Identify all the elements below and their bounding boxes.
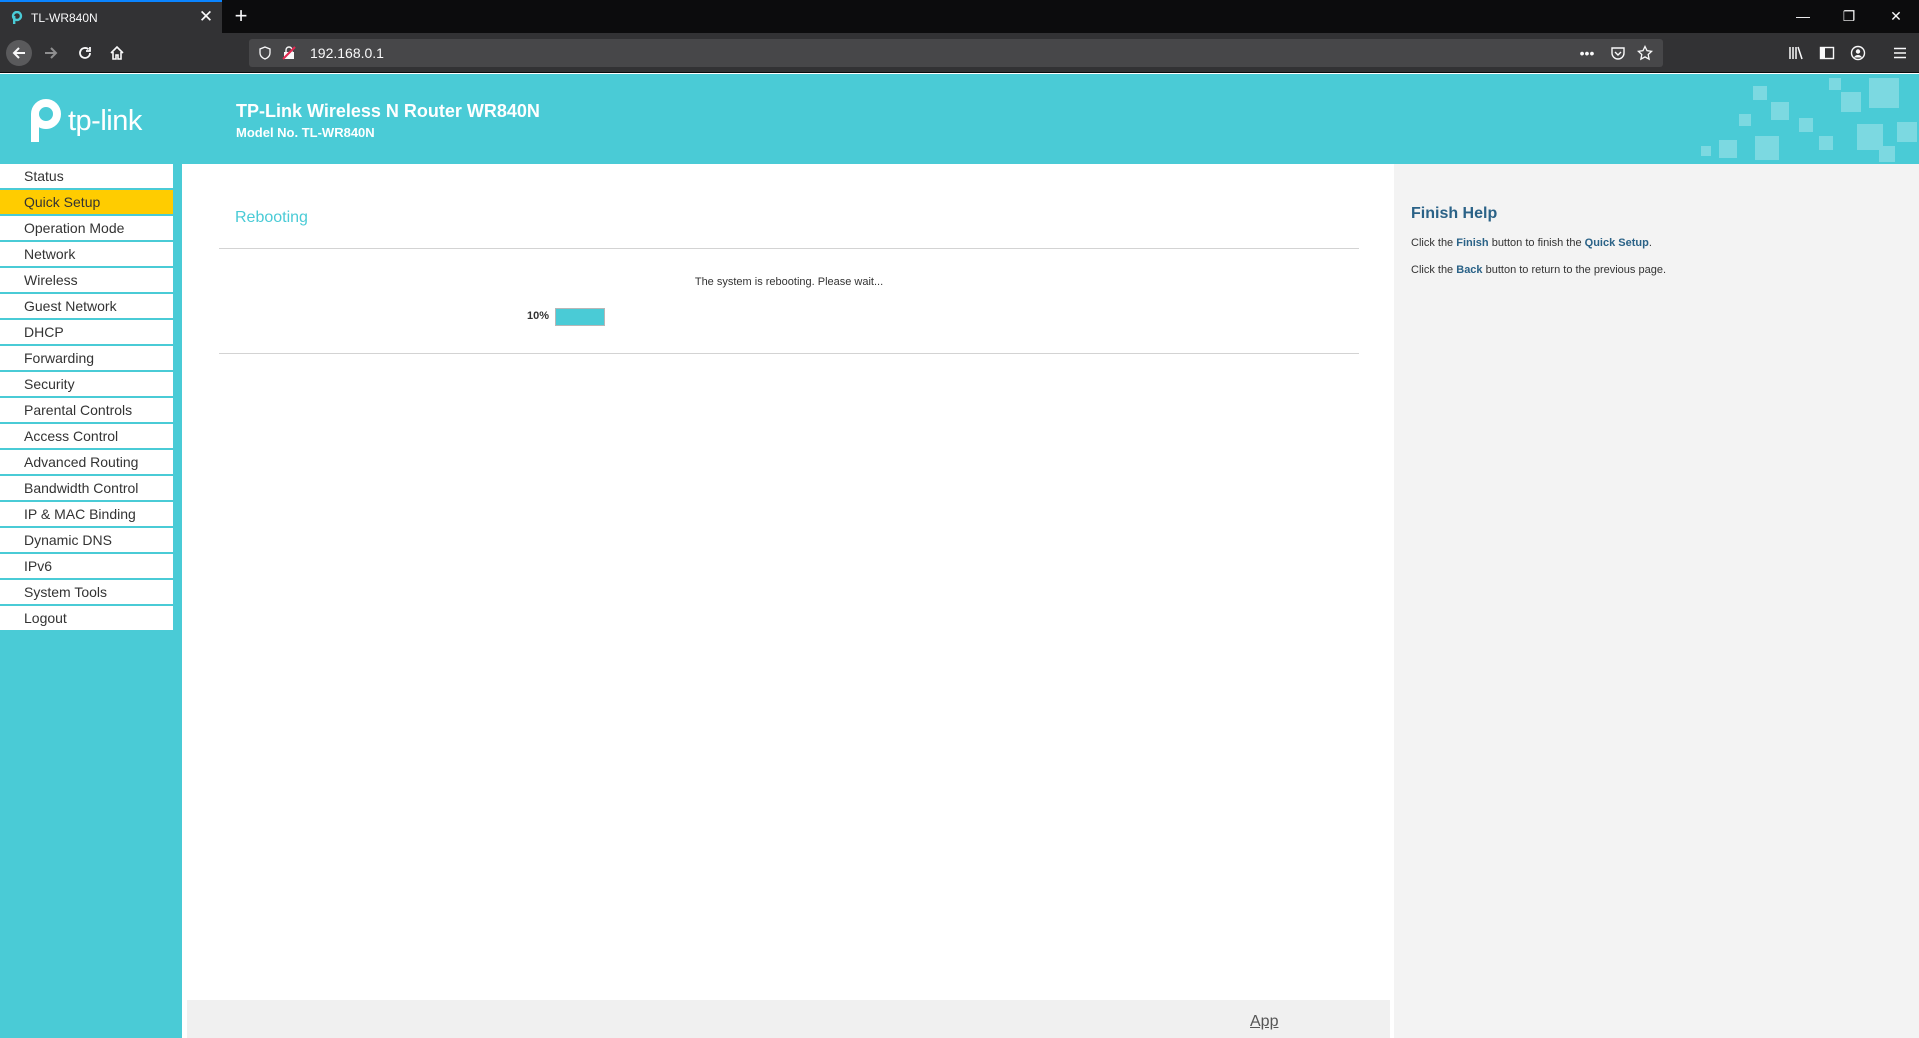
main-content: Rebooting The system is rebooting. Pleas… <box>182 164 1394 1038</box>
sidebar-item-advanced-routing[interactable]: Advanced Routing <box>0 450 173 476</box>
home-icon[interactable] <box>104 40 130 66</box>
sidebar-item-system-tools[interactable]: System Tools <box>0 580 173 606</box>
router-model: Model No. TL-WR840N <box>236 125 375 140</box>
help-text: button to finish the <box>1488 237 1585 249</box>
url-text: 192.168.0.1 <box>310 45 384 61</box>
header-decoration <box>1701 78 1917 162</box>
page-title: Rebooting <box>235 209 308 226</box>
help-keyword-finish: Finish <box>1456 237 1489 249</box>
sidebar-item-guest-network[interactable]: Guest Network <box>0 294 173 320</box>
browser-tab[interactable]: TL-WR840N ✕ <box>0 0 222 33</box>
tp-link-logo: tp-link <box>22 98 142 144</box>
help-line-back: Click the Back button to return to the p… <box>1411 264 1666 276</box>
sidebar-item-ipv6[interactable]: IPv6 <box>0 554 173 580</box>
sidebar-item-parental-controls[interactable]: Parental Controls <box>0 398 173 424</box>
tab-title: TL-WR840N <box>31 11 98 25</box>
help-text: . <box>1648 237 1652 249</box>
tp-link-favicon-icon <box>9 10 23 25</box>
sidebar: Status Quick Setup Operation Mode Network Wi… <box>0 164 182 1038</box>
divider-top <box>219 248 1359 249</box>
forward-icon[interactable] <box>38 40 64 66</box>
menu-hamburger-icon[interactable] <box>1890 43 1910 63</box>
sidebar-item-dhcp[interactable]: DHCP <box>0 320 173 346</box>
help-panel: Finish Help Click the Finish button to f… <box>1394 164 1919 1038</box>
progress-bar-fill <box>556 309 604 325</box>
progress-bar <box>555 308 605 326</box>
help-text: button to return to the previous page. <box>1482 264 1667 276</box>
sidebar-item-security[interactable]: Security <box>0 372 173 398</box>
progress-percent: 10% <box>527 310 550 322</box>
sidebar-item-status[interactable]: Status <box>0 164 173 190</box>
bookmark-star-icon[interactable] <box>1637 45 1653 61</box>
help-line-finish: Click the Finish button to finish the Qu… <box>1411 237 1652 249</box>
minimize-icon[interactable]: — <box>1780 0 1826 33</box>
reload-icon[interactable] <box>72 40 98 66</box>
sidebar-item-forwarding[interactable]: Forwarding <box>0 346 173 372</box>
sidebar-item-network[interactable]: Network <box>0 242 173 268</box>
logo-text: tp-link <box>68 104 142 137</box>
help-keyword-quick-setup: Quick Setup <box>1584 237 1649 249</box>
sidebar-item-quick-setup[interactable]: Quick Setup <box>0 190 173 216</box>
sidebar-menu: Status Quick Setup Operation Mode Network Wi… <box>0 164 173 632</box>
sidebar-item-dynamic-dns[interactable]: Dynamic DNS <box>0 528 173 554</box>
restore-icon[interactable]: ❐ <box>1826 0 1872 33</box>
tp-link-logo-icon <box>31 99 61 142</box>
shield-icon[interactable] <box>257 45 273 61</box>
help-text: Click the <box>1411 264 1457 276</box>
insecure-lock-icon[interactable] <box>281 45 297 61</box>
sidebar-item-access-control[interactable]: Access Control <box>0 424 173 450</box>
sidebar-item-ip-mac-binding[interactable]: IP & MAC Binding <box>0 502 173 528</box>
sidebar-item-operation-mode[interactable]: Operation Mode <box>0 216 173 242</box>
sidebar-item-logout[interactable]: Logout <box>0 606 173 632</box>
sidebar-item-wireless[interactable]: Wireless <box>0 268 173 294</box>
new-tab-icon[interactable]: + <box>228 3 254 29</box>
page-actions-icon[interactable]: ••• <box>1579 45 1595 61</box>
account-icon[interactable] <box>1848 43 1868 63</box>
sidebar-item-bandwidth-control[interactable]: Bandwidth Control <box>0 476 173 502</box>
help-text: Click the <box>1411 237 1457 249</box>
library-icon[interactable] <box>1786 43 1806 63</box>
pocket-icon[interactable] <box>1610 45 1626 61</box>
url-bar[interactable]: 192.168.0.1 ••• <box>249 39 1663 67</box>
router-header: tp-link TP-Link Wireless N Router WR840N… <box>0 74 1919 164</box>
app-link[interactable]: App <box>1250 1013 1278 1031</box>
back-icon[interactable] <box>6 40 32 66</box>
sidebar-toggle-icon[interactable] <box>1817 43 1837 63</box>
browser-tab-bar: TL-WR840N ✕ + — ❐ ✕ <box>0 0 1919 33</box>
reboot-message: The system is rebooting. Please wait... <box>694 276 884 288</box>
divider-bottom <box>219 353 1359 354</box>
close-icon[interactable]: ✕ <box>1873 0 1919 33</box>
browser-nav-bar: 192.168.0.1 ••• <box>0 33 1919 73</box>
help-keyword-back: Back <box>1456 264 1483 276</box>
router-title: TP-Link Wireless N Router WR840N <box>236 101 540 121</box>
tab-close-icon[interactable]: ✕ <box>196 7 216 27</box>
help-title: Finish Help <box>1411 205 1498 222</box>
footer-bar: App <box>187 1000 1390 1038</box>
